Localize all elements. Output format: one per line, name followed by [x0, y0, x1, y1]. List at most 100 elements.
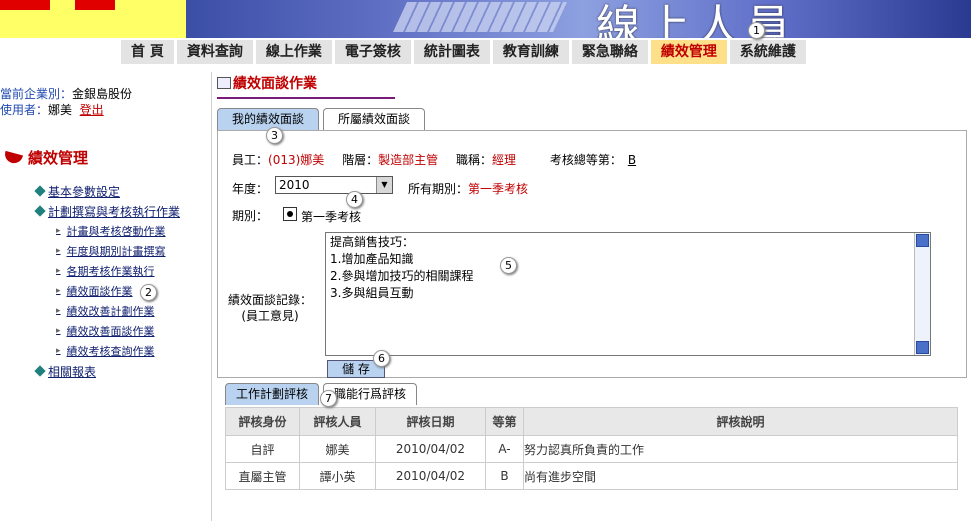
- sidebar-menu: 基本參數設定 計劃撰寫與考核執行作業 ▸ 計畫與考核啓動作業 ▸ 年度與期別計畫撰寫…: [34, 181, 180, 381]
- employee-value: (013)娜美: [268, 153, 325, 167]
- callout-marker: 4: [346, 191, 363, 208]
- callout-marker: 2: [140, 284, 157, 301]
- textarea-scrollbar[interactable]: [914, 233, 930, 355]
- level-value: 製造部主管: [378, 153, 439, 167]
- page-title-text: 績效面談作業: [233, 76, 317, 92]
- tab-competency-eval[interactable]: 職能行爲評核: [323, 383, 418, 405]
- table-row: 自評 娜美 2010/04/02 A- 努力認真所負責的工作: [225, 435, 958, 463]
- nav-item-online-work[interactable]: 線上作業: [255, 40, 332, 64]
- grade-value: B: [627, 153, 637, 167]
- sidebar-subitem-interview[interactable]: ▸ 績效面談作業: [56, 281, 180, 301]
- table-cell: 直屬主管: [225, 462, 300, 490]
- evaluation-table: 評核身份 評核人員 評核日期 等第 評核說明 自評 娜美 2010/04/02 …: [225, 407, 958, 490]
- employee-label: 員工：: [232, 153, 269, 167]
- period-radio[interactable]: [283, 207, 297, 221]
- column-header: 等第: [485, 407, 524, 436]
- sidebar-subitem-annual-plan[interactable]: ▸ 年度與期別計畫撰寫: [56, 241, 180, 261]
- record-line: 提高銷售技巧：: [330, 235, 415, 249]
- nav-item-e-signoff[interactable]: 電子簽核: [334, 40, 411, 64]
- table-cell: 努力認真所負責的工作: [523, 435, 958, 463]
- sidebar-item-label: 績效改善計劃作業: [66, 305, 155, 318]
- sidebar-item-label: 計畫與考核啓動作業: [66, 225, 166, 238]
- sidebar-subitem-query[interactable]: ▸ 績效考核查詢作業: [56, 341, 180, 361]
- logout-link[interactable]: 登出: [80, 103, 104, 117]
- banner-title: 線上人員: [596, 1, 796, 38]
- sidebar-section-title: 績效管理: [3, 147, 89, 168]
- user-label: 使用者：: [0, 103, 49, 117]
- callout-marker: 5: [500, 257, 517, 274]
- company-value: 金銀島股份: [72, 87, 133, 101]
- tab-subordinate-interview[interactable]: 所屬績效面談: [323, 108, 426, 130]
- sidebar-item-reports[interactable]: 相關報表: [34, 361, 180, 381]
- all-periods-label: 所有期別：: [408, 182, 469, 196]
- diamond-icon: [34, 185, 46, 197]
- top-nav: 首 頁 資料查詢 線上作業 電子簽核 統計圖表 教育訓練 緊急聯絡 績效管理 系…: [121, 40, 806, 64]
- interview-record-textarea[interactable]: 提高銷售技巧： 1.增加產品知識 2.參與增加技巧的相關課程 3.多與組員互動: [325, 232, 931, 356]
- year-label: 年度：: [232, 182, 269, 196]
- sidebar-item-basic-settings[interactable]: 基本參數設定: [34, 181, 180, 201]
- arrow-icon: ▸: [56, 286, 61, 296]
- sidebar-section-label: 績效管理: [28, 149, 89, 167]
- record-line: 1.增加產品知識: [330, 252, 414, 266]
- sidebar-subitem-improvement-interview[interactable]: ▸ 績效改善面談作業: [56, 321, 180, 341]
- user-info: 當前企業別：金銀島股份 使用者：娜美 登出: [0, 86, 132, 118]
- arrow-icon: ▸: [56, 306, 61, 316]
- edit-icon: [217, 77, 231, 89]
- table-cell: 2010/04/02: [375, 435, 486, 463]
- table-cell: A-: [485, 435, 524, 463]
- main-tabs: 我的績效面談 所屬績效面談: [217, 108, 426, 130]
- diamond-icon: [34, 365, 46, 377]
- nav-item-performance[interactable]: 績效管理: [650, 40, 727, 64]
- table-cell: 譚小英: [299, 462, 376, 490]
- page-title: 績效面談作業: [217, 73, 317, 93]
- sidebar-subitem-period-exec[interactable]: ▸ 各期考核作業執行: [56, 261, 180, 281]
- callout-marker: 6: [373, 350, 390, 367]
- all-periods-value: 第一季考核: [468, 182, 529, 196]
- arrow-icon: ▸: [56, 326, 61, 336]
- level-label: 階層：: [342, 153, 379, 167]
- chevron-down-icon[interactable]: ▼: [376, 177, 392, 193]
- record-line: 3.多與組員互動: [330, 286, 414, 300]
- sidebar-item-plan-exec[interactable]: 計劃撰寫與考核執行作業: [34, 201, 180, 221]
- nav-item-data-query[interactable]: 資料查詢: [176, 40, 253, 64]
- nav-item-home[interactable]: 首 頁: [121, 40, 174, 64]
- arrow-icon: ▸: [56, 346, 61, 356]
- table-cell: 尚有進步空間: [523, 462, 958, 490]
- sidebar-item-label: 各期考核作業執行: [66, 265, 155, 278]
- table-header-row: 評核身份 評核人員 評核日期 等第 評核說明: [225, 407, 958, 436]
- nav-item-training[interactable]: 教育訓練: [492, 40, 569, 64]
- keyboard-graphic: [393, 2, 567, 32]
- table-cell: B: [485, 462, 524, 490]
- nav-item-emergency[interactable]: 緊急聯絡: [571, 40, 648, 64]
- table-row: 直屬主管 譚小英 2010/04/02 B 尚有進步空間: [225, 462, 958, 490]
- sidebar-item-label: 基本參數設定: [48, 184, 121, 199]
- year-select[interactable]: 2010 ▼: [275, 176, 393, 194]
- position-value: 經理: [492, 153, 517, 167]
- arrow-icon: ▸: [56, 226, 61, 236]
- column-header: 評核日期: [375, 407, 486, 436]
- nav-item-system[interactable]: 系統維護: [729, 40, 806, 64]
- scroll-down-icon[interactable]: [916, 341, 929, 354]
- sidebar-item-label: 績效面談作業: [66, 285, 133, 298]
- tab-my-interview[interactable]: 我的績效面談: [217, 108, 320, 130]
- arrow-icon: ▸: [56, 246, 61, 256]
- tab-work-plan-eval[interactable]: 工作計劃評核: [225, 383, 320, 405]
- record-label-line2: (員工意見): [241, 309, 299, 323]
- nav-item-charts[interactable]: 統計圖表: [413, 40, 490, 64]
- table-cell: 2010/04/02: [375, 462, 486, 490]
- user-value: 娜美: [48, 103, 73, 117]
- title-underline: [217, 97, 395, 99]
- callout-marker: 1: [748, 22, 765, 39]
- sidebar-subitem-plan-start[interactable]: ▸ 計畫與考核啓動作業: [56, 221, 180, 241]
- column-header: 評核身份: [225, 407, 300, 436]
- record-label-line1: 績效面談記錄：: [228, 293, 313, 307]
- sidebar-subitem-improvement-plan[interactable]: ▸ 績效改善計劃作業: [56, 301, 180, 321]
- sidebar-item-label: 年度與期別計畫撰寫: [66, 245, 166, 258]
- scroll-up-icon[interactable]: [916, 234, 929, 247]
- banner-logo-mark: [0, 0, 50, 10]
- callout-marker: 3: [266, 127, 283, 144]
- table-cell: 自評: [225, 435, 300, 463]
- column-header: 評核說明: [523, 407, 958, 436]
- record-line: 2.參與增加技巧的相關課程: [330, 269, 474, 283]
- sidebar-item-label: 績效改善面談作業: [66, 325, 155, 338]
